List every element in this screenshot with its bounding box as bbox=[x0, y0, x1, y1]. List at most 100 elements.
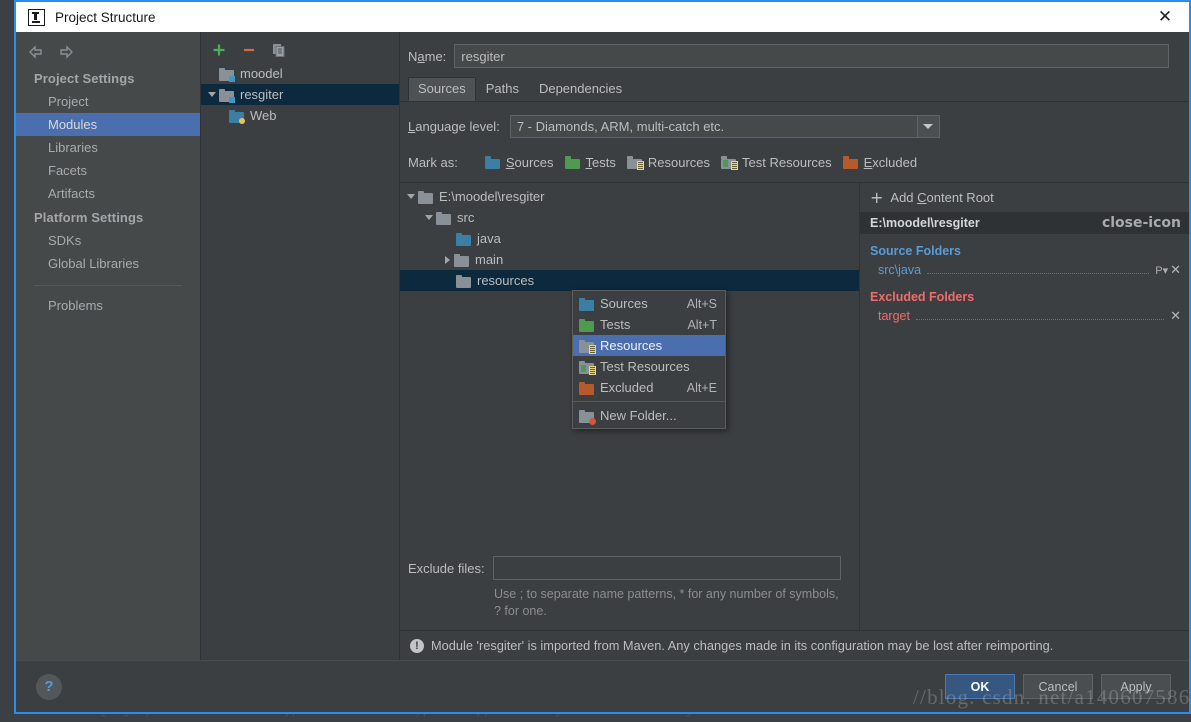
module-tree-row-web[interactable]: Web bbox=[201, 105, 399, 126]
status-message: Module 'resgiter' is imported from Maven… bbox=[431, 638, 1054, 653]
mark-as-tests-button[interactable]: Tests bbox=[564, 154, 616, 170]
menu-item-label: Sources bbox=[600, 296, 648, 311]
facet-name: Web bbox=[250, 108, 277, 123]
add-content-root-button[interactable]: + Add Content Root bbox=[860, 183, 1189, 212]
copy-module-button[interactable] bbox=[271, 42, 287, 58]
folder-icon bbox=[456, 273, 472, 289]
project-structure-dialog: Project Structure ✕ Project Settings Pro… bbox=[14, 0, 1191, 714]
menu-item-new-folder[interactable]: New Folder... bbox=[573, 405, 725, 426]
name-label: Name: bbox=[408, 48, 447, 64]
menu-item-resources[interactable]: Resources bbox=[573, 335, 725, 356]
file-tree-label: src bbox=[457, 210, 475, 225]
mark-as-label-text: Sources bbox=[505, 154, 554, 170]
menu-item-label: Test Resources bbox=[600, 359, 690, 374]
language-level-select[interactable]: 7 - Diamonds, ARM, multi-catch etc. bbox=[509, 115, 940, 138]
sources-folder-icon bbox=[456, 231, 472, 247]
mark-as-row: Mark as: Sources Tests Resources Test Re… bbox=[400, 138, 1189, 183]
mark-as-sources-button[interactable]: Sources bbox=[484, 154, 554, 170]
module-editor-panel: Name: resgiter Sources Paths Dependencie… bbox=[400, 32, 1189, 660]
plus-icon: + bbox=[870, 187, 884, 207]
apply-button[interactable]: Apply bbox=[1101, 674, 1171, 699]
menu-item-shortcut: Alt+T bbox=[687, 317, 717, 332]
new-folder-icon bbox=[579, 408, 596, 425]
mark-as-label-text: Test Resources bbox=[742, 154, 832, 170]
chevron-down-icon[interactable] bbox=[205, 88, 219, 102]
sidebar-divider bbox=[34, 285, 182, 286]
file-tree-row-java[interactable]: java bbox=[400, 228, 859, 249]
add-module-button[interactable] bbox=[211, 42, 227, 58]
menu-item-label: Resources bbox=[600, 338, 663, 353]
sidebar-item-sdks[interactable]: SDKs bbox=[16, 229, 200, 252]
sidebar-item-global-libraries[interactable]: Global Libraries bbox=[16, 252, 200, 275]
file-tree-row-main[interactable]: main bbox=[400, 249, 859, 270]
tab-paths[interactable]: Paths bbox=[476, 77, 529, 101]
file-tree-row-root[interactable]: E:\moodel\resgiter bbox=[400, 186, 859, 207]
language-level-row: Language level: 7 - Diamonds, ARM, multi… bbox=[400, 102, 1189, 138]
warning-icon: ! bbox=[410, 638, 424, 653]
mark-as-excluded-button[interactable]: Excluded bbox=[842, 154, 918, 170]
content-roots-panel: + Add Content Root E:\moodel\resgiter cl… bbox=[860, 183, 1189, 630]
folder-icon bbox=[418, 189, 434, 205]
file-tree-label: java bbox=[477, 231, 501, 246]
help-button[interactable]: ? bbox=[36, 673, 62, 700]
chevron-down-icon[interactable] bbox=[422, 211, 436, 225]
sidebar-item-artifacts[interactable]: Artifacts bbox=[16, 182, 200, 205]
menu-item-test-resources[interactable]: Test Resources bbox=[573, 356, 725, 377]
module-folder-icon bbox=[219, 66, 235, 82]
content-root-path: E:\moodel\resgiter bbox=[870, 216, 980, 230]
remove-module-button[interactable] bbox=[241, 42, 257, 58]
close-icon[interactable]: ✕ bbox=[1170, 309, 1181, 324]
source-folder-name: src\java bbox=[878, 263, 922, 277]
tab-sources[interactable]: Sources bbox=[408, 77, 476, 101]
close-icon[interactable]: ✕ bbox=[1141, 2, 1189, 32]
dialog-titlebar: Project Structure ✕ bbox=[16, 2, 1189, 32]
sidebar-item-problems[interactable]: Problems bbox=[16, 294, 200, 317]
modules-toolbar bbox=[201, 37, 399, 63]
exclude-files-input[interactable] bbox=[492, 556, 841, 580]
arrow-right-icon[interactable] bbox=[58, 45, 74, 59]
exclude-files-label: Exclude files: bbox=[408, 560, 485, 576]
sidebar-item-modules[interactable]: Modules bbox=[16, 113, 200, 136]
cancel-button[interactable]: Cancel bbox=[1023, 674, 1093, 699]
file-tree-label: E:\moodel\resgiter bbox=[439, 189, 545, 204]
source-folder-row[interactable]: src\java P▾ ✕ bbox=[860, 261, 1189, 280]
sidebar-item-facets[interactable]: Facets bbox=[16, 159, 200, 182]
language-level-label: Language level: bbox=[408, 119, 500, 134]
folder-icon bbox=[454, 252, 470, 268]
module-name-row: Name: resgiter bbox=[400, 32, 1189, 68]
tab-dependencies[interactable]: Dependencies bbox=[529, 77, 632, 101]
web-facet-icon bbox=[229, 108, 245, 124]
menu-item-sources[interactable]: Sources Alt+S bbox=[573, 293, 725, 314]
close-icon[interactable]: close-icon bbox=[1102, 215, 1181, 231]
dotted-leader bbox=[915, 312, 1165, 320]
chevron-down-icon[interactable] bbox=[404, 190, 418, 204]
menu-item-tests[interactable]: Tests Alt+T bbox=[573, 314, 725, 335]
chevron-right-icon[interactable] bbox=[440, 253, 454, 267]
close-icon[interactable]: ✕ bbox=[1170, 263, 1181, 278]
excluded-folder-row[interactable]: target ✕ bbox=[860, 307, 1189, 326]
module-tree-row-resgiter[interactable]: resgiter bbox=[201, 84, 399, 105]
menu-item-excluded[interactable]: Excluded Alt+E bbox=[573, 377, 725, 398]
test-resources-folder-icon bbox=[579, 359, 596, 375]
exclude-files-row: Exclude files: bbox=[408, 556, 841, 580]
chevron-down-icon[interactable] bbox=[916, 116, 939, 137]
tests-folder-icon bbox=[564, 154, 581, 170]
module-name-input[interactable]: resgiter bbox=[454, 44, 1169, 68]
mark-as-label-text: Tests bbox=[585, 154, 616, 170]
arrow-left-icon[interactable] bbox=[28, 45, 44, 59]
package-prefix-icon[interactable]: P▾ bbox=[1155, 264, 1168, 277]
mark-as-test-resources-button[interactable]: Test Resources bbox=[721, 154, 832, 170]
mark-as-label-text: Excluded bbox=[863, 154, 918, 170]
folder-icon bbox=[436, 210, 452, 226]
mark-as-resources-button[interactable]: Resources bbox=[626, 154, 710, 170]
file-tree-row-src[interactable]: src bbox=[400, 207, 859, 228]
source-folders-title: Source Folders bbox=[870, 244, 961, 258]
content-area: E:\moodel\resgiter src java main resourc… bbox=[400, 183, 1189, 630]
dialog-footer: ? OK Cancel Apply bbox=[16, 660, 1189, 712]
sidebar-item-libraries[interactable]: Libraries bbox=[16, 136, 200, 159]
module-tree-row-moodel[interactable]: moodel bbox=[201, 63, 399, 84]
ok-button[interactable]: OK bbox=[945, 674, 1015, 699]
twisty-placeholder bbox=[205, 67, 219, 81]
sidebar-item-project[interactable]: Project bbox=[16, 90, 200, 113]
file-tree-row-resources[interactable]: resources bbox=[400, 270, 859, 291]
